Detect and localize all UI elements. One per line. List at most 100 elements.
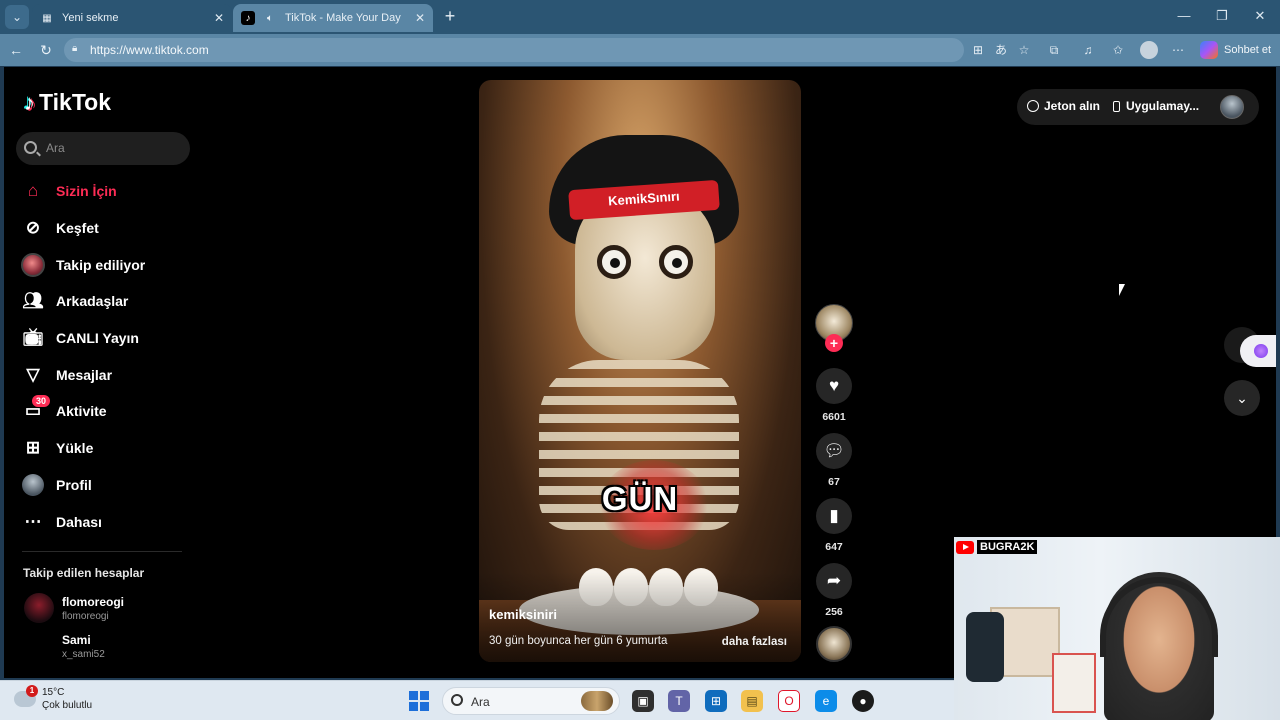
extensions-icon[interactable]: ⧉ <box>1046 42 1062 58</box>
media-control-icon[interactable]: ♫ <box>1080 42 1096 58</box>
heart-icon: ♥ <box>828 376 840 395</box>
file-explorer-icon[interactable]: ▤ <box>741 690 763 712</box>
sidebar-item-upload[interactable]: ⊞ Yükle <box>20 430 190 467</box>
video-player[interactable]: KemikSınırı GÜN kemiksiniri 30 gün boyun… <box>479 80 801 662</box>
sidebar-item-profile[interactable]: Profil <box>20 467 190 504</box>
windows-taskbar: 1 15°C Çok bulutlu Ara ▣ T ⊞ ▤ O e ● <box>0 680 954 720</box>
tiktok-logo[interactable]: ♪ TikTok <box>24 89 111 116</box>
sidebar-item-for-you[interactable]: ⌂ Sizin İçin <box>20 173 190 210</box>
sidebar-item-friends[interactable]: 👥︎ Arkadaşlar <box>20 283 190 320</box>
video-author[interactable]: kemiksiniri <box>489 607 557 622</box>
video-caption-overlay: GÜN <box>601 480 679 517</box>
opera-icon[interactable]: O <box>778 690 800 712</box>
sidebar-item-live[interactable]: 📺︎ CANLI Yayın <box>20 320 190 357</box>
favorites-icon[interactable]: ✩ <box>1110 42 1126 58</box>
sidebar-item-label: Yükle <box>56 440 94 457</box>
store-icon[interactable]: ⊞ <box>705 690 727 712</box>
send-icon: ▽ <box>26 364 40 384</box>
url-text: https://www.tiktok.com <box>90 43 209 57</box>
avatar <box>24 593 54 623</box>
windows-start-icon[interactable] <box>409 691 429 711</box>
taskbar-search-label: Ara <box>471 695 490 709</box>
close-window-icon[interactable]: ✕ <box>1252 8 1268 24</box>
refresh-icon[interactable]: ↻ <box>38 42 54 59</box>
following-accounts-title: Takip edilen hesaplar <box>23 566 145 580</box>
get-coins-button[interactable]: Jeton alın <box>1027 99 1100 113</box>
sidebar-item-label: Mesajlar <box>56 366 113 383</box>
tab-tiktok[interactable]: ♪ 🔈︎ TikTok - Make Your Day ✕ <box>233 4 433 32</box>
youtube-channel-tag: BUGRA2K <box>956 539 1038 555</box>
save-count: 647 <box>825 541 843 553</box>
settings-more-icon[interactable]: ⋯ <box>1170 42 1186 58</box>
edge-icon[interactable]: e <box>815 690 837 712</box>
like-button[interactable]: ♥ <box>816 368 852 404</box>
copilot-button[interactable]: Sohbet et <box>1200 41 1271 59</box>
music-disc-icon[interactable] <box>816 626 852 662</box>
video-art-eye <box>597 245 631 279</box>
comment-button[interactable]: 💬︎ <box>816 433 852 469</box>
back-icon[interactable]: ← <box>8 42 24 58</box>
address-bar[interactable]: 🔒︎ https://www.tiktok.com <box>64 38 964 62</box>
sidebar-item-label: Dahası <box>56 513 102 530</box>
next-video-button[interactable]: ⌄ <box>1224 380 1260 416</box>
translate-icon[interactable]: あ <box>993 42 1009 58</box>
account-handle: x_sami52 <box>62 648 105 660</box>
taskbar-search[interactable]: Ara <box>442 687 620 715</box>
weather-condition: Çok bulutlu <box>42 700 93 711</box>
logo-text: TikTok <box>39 89 111 115</box>
profile-icon[interactable] <box>1140 41 1158 59</box>
get-app-button[interactable]: Uygulamay... <box>1113 99 1199 113</box>
follow-plus-icon[interactable]: + <box>825 334 843 352</box>
sidebar-item-explore[interactable]: ⊘ Keşfet <box>20 210 190 247</box>
webcam-overlay: BUGRA2K <box>954 537 1280 720</box>
search-input[interactable] <box>46 139 186 157</box>
account-handle: flomoreogi <box>62 610 109 622</box>
following-account[interactable]: Sami x_sami52 <box>24 631 105 661</box>
phone-icon <box>1113 100 1120 112</box>
activity-badge: 30 <box>32 395 51 408</box>
search-highlight-image <box>581 691 613 711</box>
avatar[interactable] <box>1220 95 1244 119</box>
speaker-icon[interactable]: 🔈︎ <box>263 11 277 25</box>
new-tab-plus-icon[interactable]: + <box>440 6 460 27</box>
restore-icon[interactable]: ❐ <box>1214 8 1230 24</box>
tiktok-note-icon: ♪ <box>24 89 35 115</box>
share-button[interactable]: ➦ <box>816 563 852 599</box>
sidebar-item-following[interactable]: Takip ediliyor <box>20 246 190 283</box>
browser-tab-strip: ⌄ ▦ Yeni sekme ✕ ♪ 🔈︎ TikTok - Make Your… <box>0 0 1280 34</box>
top-actions: Jeton alın Uygulamay... <box>1017 89 1259 125</box>
teams-icon[interactable]: T <box>668 690 690 712</box>
floating-assistant-button[interactable] <box>1240 335 1276 367</box>
sidebar-item-label: Takip ediliyor <box>56 256 146 273</box>
tab-new-tab[interactable]: ▦ Yeni sekme ✕ <box>32 4 232 32</box>
copilot-label: Sohbet et <box>1224 44 1272 56</box>
sidebar-item-messages[interactable]: ▽ Mesajlar <box>20 356 190 393</box>
search-icon[interactable] <box>24 141 37 154</box>
comment-count: 67 <box>828 476 840 488</box>
cloud-icon: 1 <box>14 685 38 707</box>
home-icon: ⌂ <box>27 181 39 201</box>
share-arrow-icon: ➦ <box>826 571 842 590</box>
see-more-link[interactable]: daha fazlası <box>722 636 787 648</box>
save-button[interactable]: ▮ <box>816 498 852 534</box>
recording-app-icon[interactable]: ● <box>852 690 874 712</box>
coins-label: Jeton alın <box>1044 99 1101 113</box>
app-available-icon[interactable]: ⊞ <box>970 42 986 58</box>
minimize-icon[interactable]: — <box>1176 8 1192 23</box>
tab-actions-chevron-icon[interactable]: ⌄ <box>5 5 29 29</box>
comment-icon: 💬︎ <box>823 441 845 460</box>
sidebar-item-label: CANLI Yayın <box>56 330 139 347</box>
video-art-eye <box>659 245 693 279</box>
sidebar-item-more[interactable]: ⋯ Dahası <box>20 503 190 540</box>
weather-widget[interactable]: 1 15°C Çok bulutlu <box>14 685 93 711</box>
sidebar-item-activity[interactable]: ▭ 30 Aktivite <box>20 393 190 430</box>
following-account[interactable]: flomoreogi flomoreogi <box>24 593 124 623</box>
close-tab-icon[interactable]: ✕ <box>214 11 224 25</box>
account-name: flomoreogi <box>62 594 124 609</box>
app-label: Uygulamay... <box>1126 99 1200 113</box>
favorite-star-icon[interactable]: ☆ <box>1016 42 1032 58</box>
tiktok-icon: ♪ <box>241 11 255 25</box>
youtube-icon <box>956 540 974 554</box>
task-view-icon[interactable]: ▣ <box>632 690 654 712</box>
close-tab-icon[interactable]: ✕ <box>415 11 425 25</box>
